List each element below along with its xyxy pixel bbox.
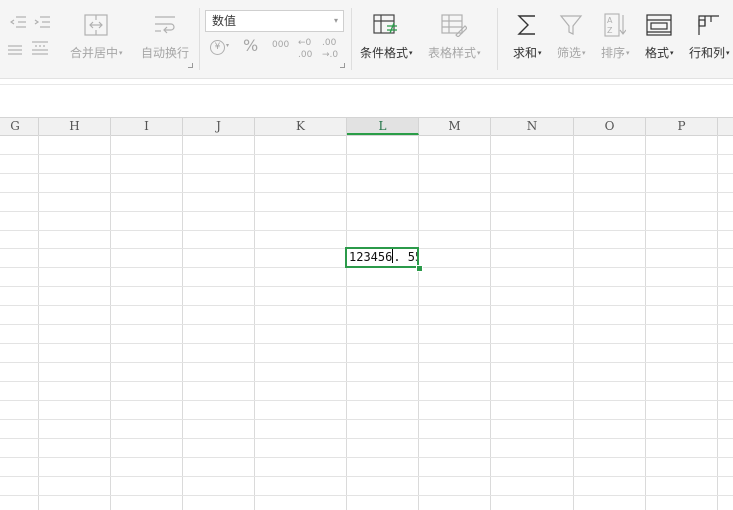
column-header-h[interactable]: H — [39, 118, 111, 135]
column-header-m[interactable]: M — [419, 118, 491, 135]
format-button[interactable]: 格式▾ — [645, 12, 674, 61]
column-header-j[interactable]: J — [183, 118, 255, 135]
ribbon-separator — [497, 8, 498, 70]
increase-decimal-sub: .00 — [298, 50, 313, 60]
grid-line — [0, 438, 733, 439]
percent-icon: % — [243, 36, 259, 55]
svg-text:A: A — [607, 16, 613, 25]
sort-label: 排序 — [601, 46, 626, 60]
rows-cols-label: 行和列 — [689, 46, 726, 60]
table-style-button[interactable]: 表格样式▾ — [428, 12, 481, 61]
column-header-row: G H I J K L M N O P — [0, 117, 733, 136]
filter-label: 筛选 — [557, 46, 582, 60]
divider — [0, 84, 733, 85]
column-header-n[interactable]: N — [491, 118, 574, 135]
wrap-text-label: 自动换行 — [141, 46, 190, 60]
cell-text-before-caret: 123456 — [349, 250, 393, 264]
sigma-icon — [516, 12, 538, 38]
column-header-l[interactable]: L — [347, 118, 419, 135]
active-cell-editor[interactable]: 123456. 55 — [345, 247, 419, 268]
decrease-decimal-icon: .00 — [322, 38, 337, 48]
grid-line — [0, 362, 733, 363]
sum-button[interactable]: 求和▾ — [513, 12, 542, 61]
thousands-icon: 000 — [272, 40, 290, 50]
svg-text:Z: Z — [607, 26, 613, 35]
column-header-i[interactable]: I — [111, 118, 183, 135]
sort-az-icon: AZ — [604, 12, 627, 38]
increase-decimal-icon: ←0 — [298, 38, 312, 48]
conditional-format-button[interactable]: 条件格式▾ — [360, 12, 413, 61]
ribbon-separator — [199, 8, 200, 70]
decrease-indent-icon[interactable] — [9, 14, 26, 33]
decrease-decimal-sub: →.0 — [322, 50, 339, 60]
wrap-text-button[interactable]: 自动换行 — [141, 12, 189, 61]
cell-grid[interactable] — [0, 135, 733, 510]
grid-line — [0, 400, 733, 401]
thousands-separator-button[interactable]: 000 — [272, 36, 289, 50]
format-table-icon — [646, 12, 672, 38]
column-header-k[interactable]: K — [255, 118, 347, 135]
number-group-launcher[interactable] — [340, 63, 345, 68]
grid-line — [0, 457, 733, 458]
grid-line — [0, 305, 733, 306]
grid-line — [0, 286, 733, 287]
sort-button[interactable]: AZ 排序▾ — [601, 12, 630, 61]
wrap-text-icon — [153, 12, 177, 38]
grid-line — [0, 343, 733, 344]
currency-button[interactable]: ¥ ▾ — [210, 38, 229, 55]
conditional-format-icon — [373, 12, 399, 38]
number-format-value: 数值 — [212, 14, 237, 28]
cell-text-after-caret: . 55 — [393, 250, 417, 264]
grid-line — [0, 192, 733, 193]
ribbon-separator — [351, 8, 352, 70]
column-header-p[interactable]: P — [646, 118, 718, 135]
grid-line — [0, 495, 733, 496]
sum-label: 求和 — [513, 46, 538, 60]
distributed-align-icon[interactable] — [32, 40, 48, 59]
table-style-label: 表格样式 — [428, 46, 477, 60]
column-header-o[interactable]: O — [574, 118, 646, 135]
increase-decimal-button[interactable]: ←0.00 — [298, 36, 312, 60]
decrease-decimal-button[interactable]: .00 →.0 — [322, 36, 338, 60]
fill-handle[interactable] — [416, 265, 423, 272]
grid-line — [0, 173, 733, 174]
funnel-icon — [559, 12, 583, 38]
merge-center-icon — [84, 12, 108, 38]
conditional-format-label: 条件格式 — [360, 46, 409, 60]
filter-button[interactable]: 筛选▾ — [557, 12, 586, 61]
ribbon-toolbar: 合并居中▾ 自动换行 数值 ▾ ¥ ▾ % 000 ←0.00 .00 →.0 条件… — [0, 0, 733, 79]
grid-line — [0, 419, 733, 420]
alignment-group-launcher[interactable] — [188, 63, 193, 68]
align-justify-icon[interactable] — [8, 41, 22, 60]
grid-line — [0, 381, 733, 382]
rows-cols-button[interactable]: 行和列▾ — [689, 12, 730, 61]
percent-button[interactable]: % — [243, 36, 258, 55]
currency-icon: ¥ — [210, 40, 225, 55]
grid-line — [0, 476, 733, 477]
format-label: 格式 — [645, 46, 670, 60]
merge-center-label: 合并居中 — [70, 46, 119, 60]
rows-cols-icon — [697, 12, 721, 38]
grid-line — [0, 211, 733, 212]
table-style-icon — [441, 12, 468, 38]
grid-line — [0, 324, 733, 325]
chevron-down-icon: ▾ — [333, 16, 338, 25]
merge-center-button[interactable]: 合并居中▾ — [70, 12, 123, 61]
column-header-g[interactable]: G — [0, 118, 39, 135]
grid-line — [0, 154, 733, 155]
increase-indent-icon[interactable] — [34, 14, 50, 33]
number-format-select[interactable]: 数值 ▾ — [205, 10, 344, 32]
grid-line — [0, 230, 733, 231]
